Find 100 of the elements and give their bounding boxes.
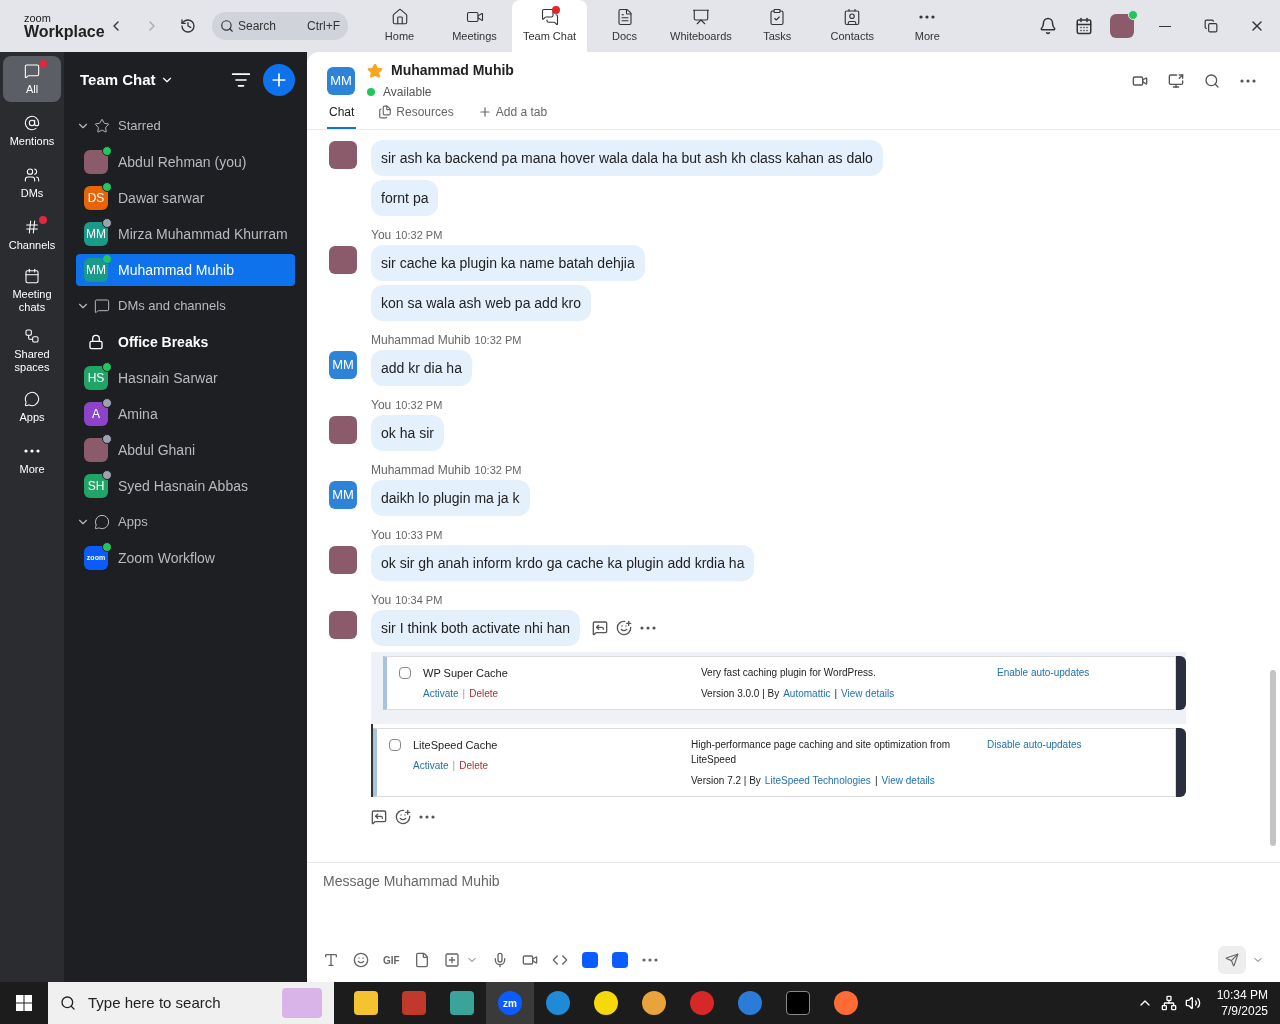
- separator-text: |: [834, 687, 838, 701]
- nodes-icon: [24, 328, 40, 344]
- frame-edge: [1176, 728, 1186, 797]
- message-time: 10:32 PM: [474, 332, 522, 348]
- rail-item[interactable]: All: [3, 56, 61, 102]
- rail-item[interactable]: Meeting chats: [3, 264, 61, 318]
- emoji-icon[interactable]: [353, 952, 369, 968]
- file-icon[interactable]: [413, 952, 430, 968]
- plugin-name: WP Super Cache: [423, 666, 509, 681]
- nav-tab[interactable]: Meetings: [437, 0, 512, 52]
- sender-name: Muhammad Muhib: [371, 462, 471, 479]
- more-icon[interactable]: [640, 626, 657, 630]
- nav-tab[interactable]: Tasks: [739, 0, 815, 52]
- chat-tab[interactable]: Add a tab: [475, 103, 550, 129]
- emoji-reaction-icon[interactable]: [395, 809, 411, 825]
- avatar-photo: [329, 141, 357, 169]
- sidebar-title[interactable]: Team Chat: [80, 68, 174, 92]
- avatar: MM: [327, 66, 355, 95]
- chat-tab[interactable]: Chat: [327, 103, 357, 129]
- author-link: LiteSpeed Technologies: [764, 774, 871, 788]
- app-icon[interactable]: [611, 952, 628, 968]
- conversation-item[interactable]: SH Syed Hasnain Abbas: [76, 470, 295, 502]
- message-bubble: sir I think both activate nhi han: [371, 610, 581, 646]
- conversation-item[interactable]: HS Hasnain Sarwar: [76, 362, 295, 394]
- bell-icon: [1039, 17, 1057, 35]
- status-text: Available: [383, 84, 432, 101]
- code-icon[interactable]: [551, 952, 568, 968]
- nav-tab[interactable]: Docs: [587, 0, 662, 52]
- conversation-item[interactable]: DS Dawar sarwar: [76, 182, 295, 214]
- calendar-icon: [1075, 17, 1093, 35]
- gif-button[interactable]: GIF: [383, 952, 400, 968]
- plugin-description: High-performance page caching and site optimization from LiteSpeed: [691, 738, 952, 767]
- chat-tab[interactable]: Resources: [376, 103, 456, 129]
- conversation-item[interactable]: MM Muhammad Muhib: [76, 254, 295, 286]
- conversation-item[interactable]: Abdul Rehman (you): [76, 146, 295, 178]
- avatar-photo[interactable]: [1110, 14, 1134, 38]
- conversation-item[interactable]: Abdul Ghani: [76, 434, 295, 466]
- nav-tab[interactable]: More: [889, 0, 965, 52]
- rail-item[interactable]: Mentions: [3, 108, 61, 154]
- details-link: View details: [881, 774, 935, 788]
- conversation-item[interactable]: A Amina: [76, 398, 295, 430]
- screenshot-icon[interactable]: [443, 952, 460, 968]
- auto-update-link: Disable auto-updates: [987, 738, 1082, 752]
- message-bubble: fornt pa: [371, 180, 439, 216]
- clock-date[interactable]: 7/9/2025: [1221, 1003, 1268, 1019]
- nav-tab[interactable]: Contacts: [814, 0, 890, 52]
- avatar-photo: [329, 246, 357, 274]
- sender-name: You: [371, 227, 392, 244]
- rail-item[interactable]: Channels: [3, 212, 61, 258]
- clipboard-check-icon: [768, 7, 787, 26]
- search-field[interactable]: Search Ctrl+F: [212, 12, 348, 40]
- app-icon[interactable]: [581, 952, 598, 968]
- emoji-reaction-icon[interactable]: [616, 620, 633, 636]
- rail-item[interactable]: More: [3, 436, 61, 482]
- app-logo[interactable]: zm: [498, 991, 522, 1015]
- network-icon[interactable]: [1160, 995, 1177, 1011]
- volume-icon[interactable]: [1184, 995, 1201, 1011]
- more-icon[interactable]: [419, 815, 435, 819]
- section-header[interactable]: Starred: [76, 108, 295, 144]
- new-chat-button[interactable]: [263, 64, 295, 96]
- avatar: A: [84, 402, 108, 426]
- document-icon: [615, 7, 634, 26]
- taskbar-search-field[interactable]: Type here to search: [48, 982, 334, 1024]
- delete-link: Delete: [459, 758, 489, 773]
- rail-item[interactable]: DMs: [3, 160, 61, 206]
- rail-item[interactable]: Apps: [3, 384, 61, 430]
- clock-time[interactable]: 10:34 PM: [1216, 987, 1268, 1003]
- send-button[interactable]: [1218, 946, 1246, 974]
- conversation-item[interactable]: Office Breaks: [76, 326, 295, 358]
- people-icon: [24, 166, 40, 183]
- avatar: MM: [329, 481, 357, 509]
- separator-text: |: [462, 686, 466, 701]
- conversation-item[interactable]: MM Mirza Muhammad Khurram: [76, 218, 295, 250]
- files-icon: [378, 105, 393, 119]
- at-sign-icon: [24, 114, 40, 131]
- scrollbar[interactable]: [1270, 670, 1276, 846]
- text-format-icon[interactable]: [323, 952, 339, 968]
- reply-icon[interactable]: [371, 809, 387, 825]
- section-header[interactable]: Apps: [76, 504, 295, 540]
- nav-tab[interactable]: Home: [362, 0, 437, 52]
- section-header[interactable]: DMs and channels: [76, 288, 295, 324]
- logo-text: zoom: [24, 12, 52, 24]
- plus-icon: [477, 105, 492, 119]
- search-icon: [1204, 72, 1220, 89]
- star-icon[interactable]: [367, 62, 383, 79]
- more-icon[interactable]: [641, 958, 658, 962]
- message-bubble: add kr dia ha: [371, 350, 472, 386]
- share-screen-icon: [1168, 72, 1184, 89]
- activate-link: Activate: [423, 686, 459, 701]
- whiteboard-icon: [691, 7, 710, 26]
- activate-link: Activate: [413, 758, 449, 773]
- search-icon: [220, 19, 234, 33]
- nav-tab[interactable]: Whiteboards: [662, 0, 740, 52]
- avatar-photo: [329, 416, 357, 444]
- video-camera-icon[interactable]: [521, 952, 538, 968]
- nav-tab[interactable]: Team Chat: [512, 0, 587, 52]
- message-input[interactable]: Message Muhammad Muhib: [323, 863, 1264, 923]
- reply-icon[interactable]: [592, 620, 609, 636]
- rail-item[interactable]: Shared spaces: [3, 324, 61, 378]
- screenshot-attachment[interactable]: [371, 652, 1186, 797]
